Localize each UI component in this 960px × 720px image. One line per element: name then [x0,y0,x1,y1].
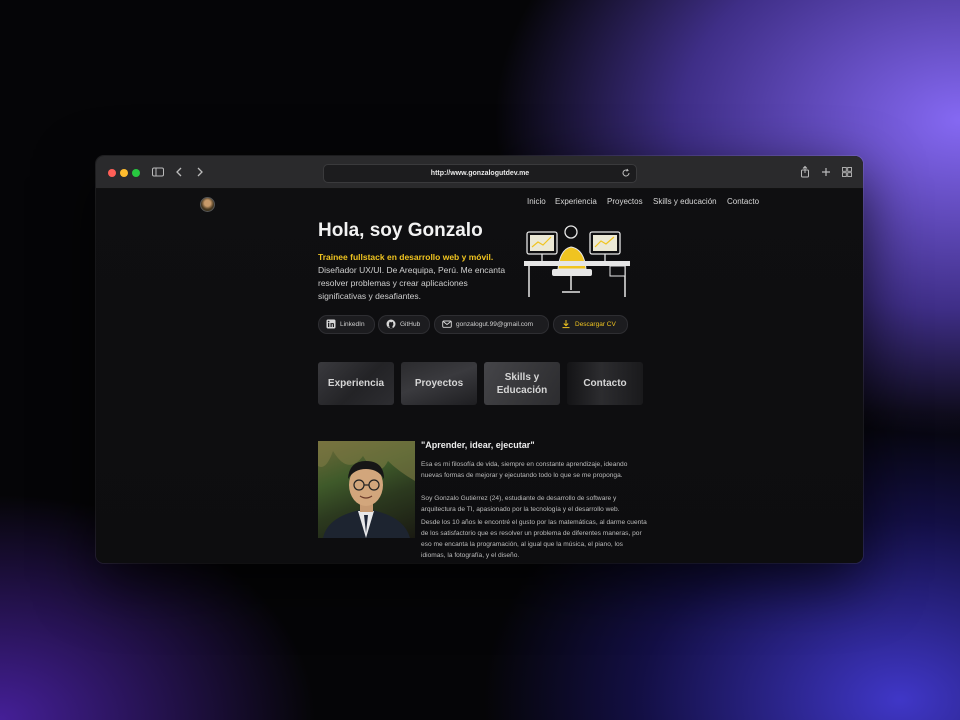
about-paragraph: Esa es mi filosofía de vida, siempre en … [421,461,628,479]
download-cv-label: Descargar CV [575,321,616,328]
mail-icon [442,319,452,329]
nav-link-proyectos[interactable]: Proyectos [607,197,643,206]
hero-subtitle: Trainee fullstack en desarrollo web y mó… [318,252,494,262]
browser-toolbar: http://www.gonzalogutdev.me [96,156,863,189]
download-cv-button[interactable]: Descargar CV [553,315,628,334]
github-label: GitHub [400,321,421,328]
section-card-label: Experiencia [327,378,385,389]
browser-window: http://www.gonzalogutdev.me Inicio Exper… [96,156,863,563]
section-card-proyectos[interactable]: Proyectos [401,362,477,405]
nav-link-contacto[interactable]: Contacto [727,197,759,206]
email-button[interactable]: gonzalogut.99@gmail.com [434,315,549,334]
nav-link-skills[interactable]: Skills y educación [653,197,717,206]
zoom-window-button[interactable] [132,169,140,177]
linkedin-icon [326,319,336,329]
download-icon [561,319,571,329]
about-paragraph: Desde los 10 años le encontré el gusto p… [421,519,647,559]
avatar[interactable] [200,197,215,212]
about-paragraph: Soy Gonzalo Gutiérrez (24), estudiante d… [421,495,620,513]
about-title: "Aprender, idear, ejecutar" [421,440,535,450]
section-card-label: Skills y Educación [496,371,548,396]
section-card-skills-educacion[interactable]: Skills y Educación [484,362,560,405]
close-window-button[interactable] [108,169,116,177]
section-card-contacto[interactable]: Contacto [567,362,643,405]
linkedin-button[interactable]: LinkedIn [318,315,375,334]
section-card-label: Contacto [583,378,627,389]
section-card-experiencia[interactable]: Experiencia [318,362,394,405]
back-icon[interactable] [172,165,186,179]
profile-portrait-image [318,441,415,538]
section-card-label: Proyectos [414,378,464,389]
email-label: gonzalogut.99@gmail.com [456,321,534,328]
nav-link-inicio[interactable]: Inicio [527,197,546,206]
github-button[interactable]: GitHub [378,315,430,334]
reload-icon[interactable] [621,168,631,178]
github-icon [386,319,396,329]
sidebar-toggle-icon[interactable] [151,165,165,179]
page-viewport: Inicio Experiencia Proyectos Skills y ed… [96,189,863,563]
hero-title: Hola, soy Gonzalo [318,220,483,241]
minimize-window-button[interactable] [120,169,128,177]
address-bar[interactable]: http://www.gonzalogutdev.me [323,164,637,183]
developer-illustration [524,225,630,297]
hero-description: Diseñador UX/UI. De Arequipa, Perú. Me e… [318,265,506,301]
tab-overview-icon[interactable] [840,165,854,179]
share-icon[interactable] [798,165,812,179]
url-text: http://www.gonzalogutdev.me [430,170,530,177]
linkedin-label: LinkedIn [340,321,365,328]
new-tab-icon[interactable] [819,165,833,179]
forward-icon[interactable] [193,165,207,179]
nav-link-experiencia[interactable]: Experiencia [555,197,597,206]
profile-photo [318,441,415,538]
